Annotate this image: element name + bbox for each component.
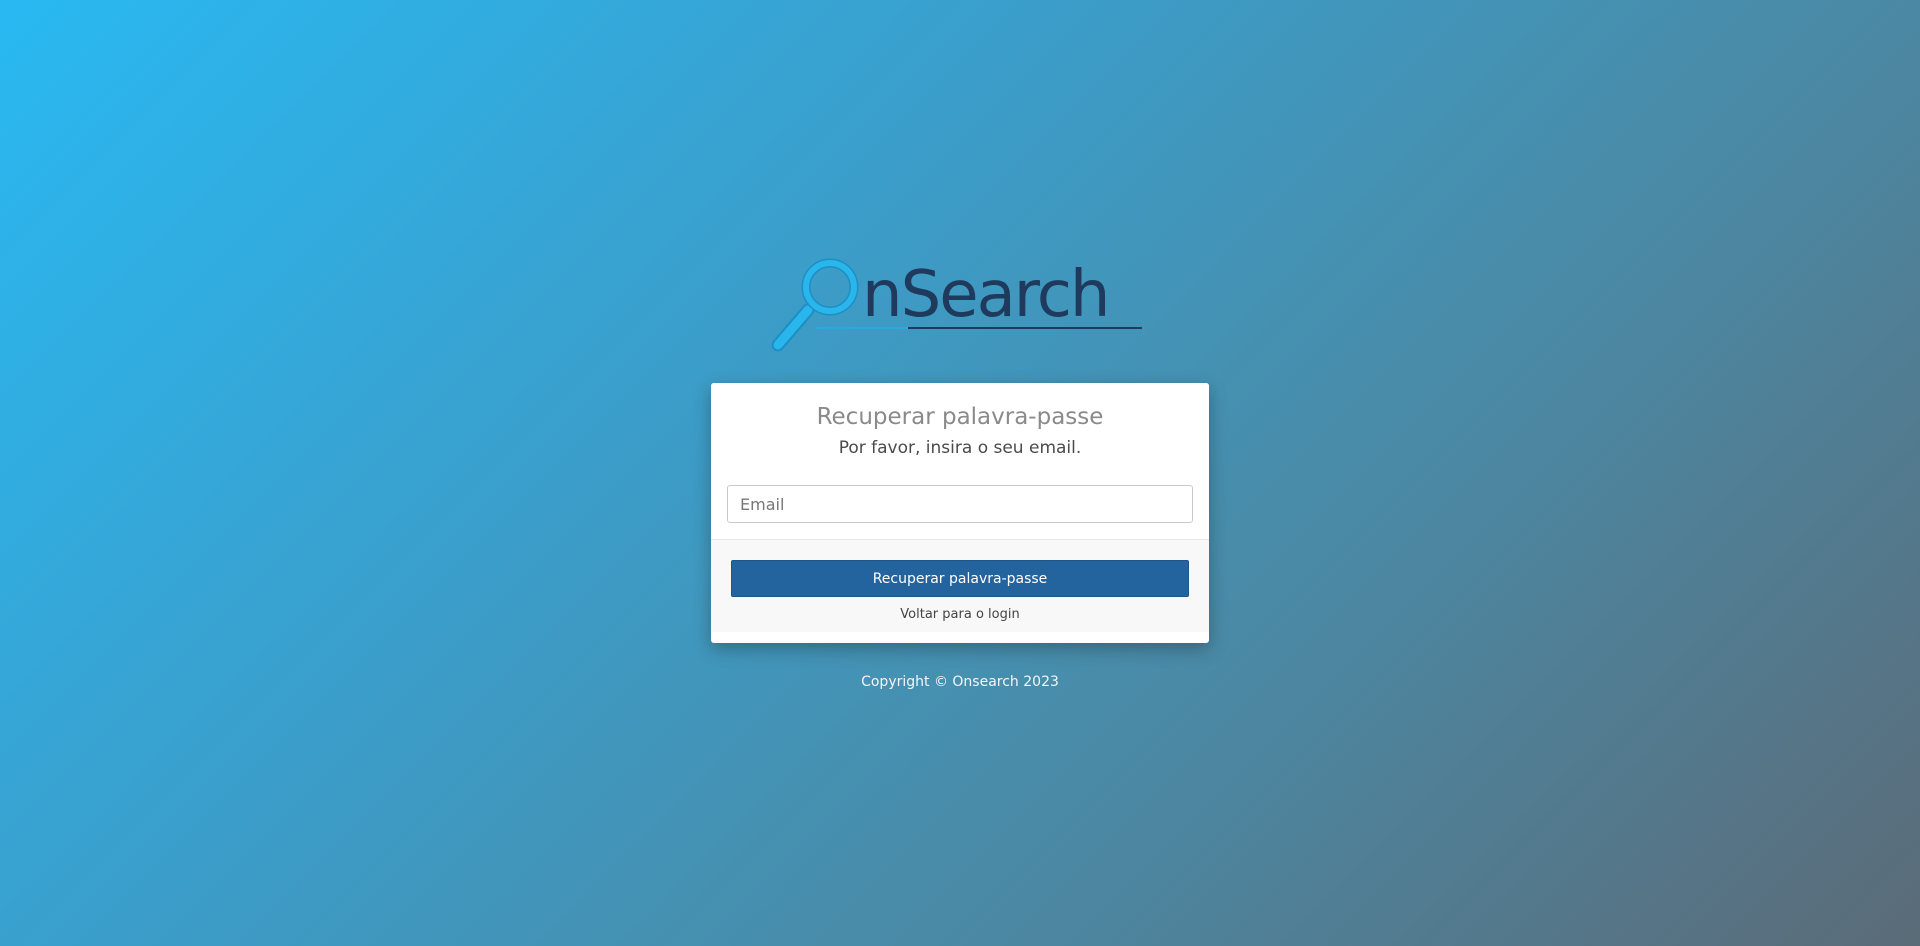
page-title: Recuperar palavra-passe: [816, 404, 1104, 430]
recover-password-button[interactable]: Recuperar palavra-passe: [731, 560, 1189, 597]
onsearch-logo: nSearch: [768, 254, 1144, 356]
magnifier-logo-icon: nSearch: [771, 258, 1142, 352]
card-header: Recuperar palavra-passe Por favor, insir…: [711, 383, 1209, 540]
card-footer: Recuperar palavra-passe Voltar para o lo…: [711, 540, 1209, 632]
email-field[interactable]: [727, 485, 1193, 523]
page-subtitle: Por favor, insira o seu email.: [838, 438, 1082, 458]
back-to-login-link[interactable]: Voltar para o login: [711, 607, 1209, 622]
recover-password-card: Recuperar palavra-passe Por favor, insir…: [711, 383, 1209, 643]
logo-wordmark: nSearch: [862, 258, 1108, 332]
copyright-text: Copyright © Onsearch 2023: [861, 674, 1059, 690]
